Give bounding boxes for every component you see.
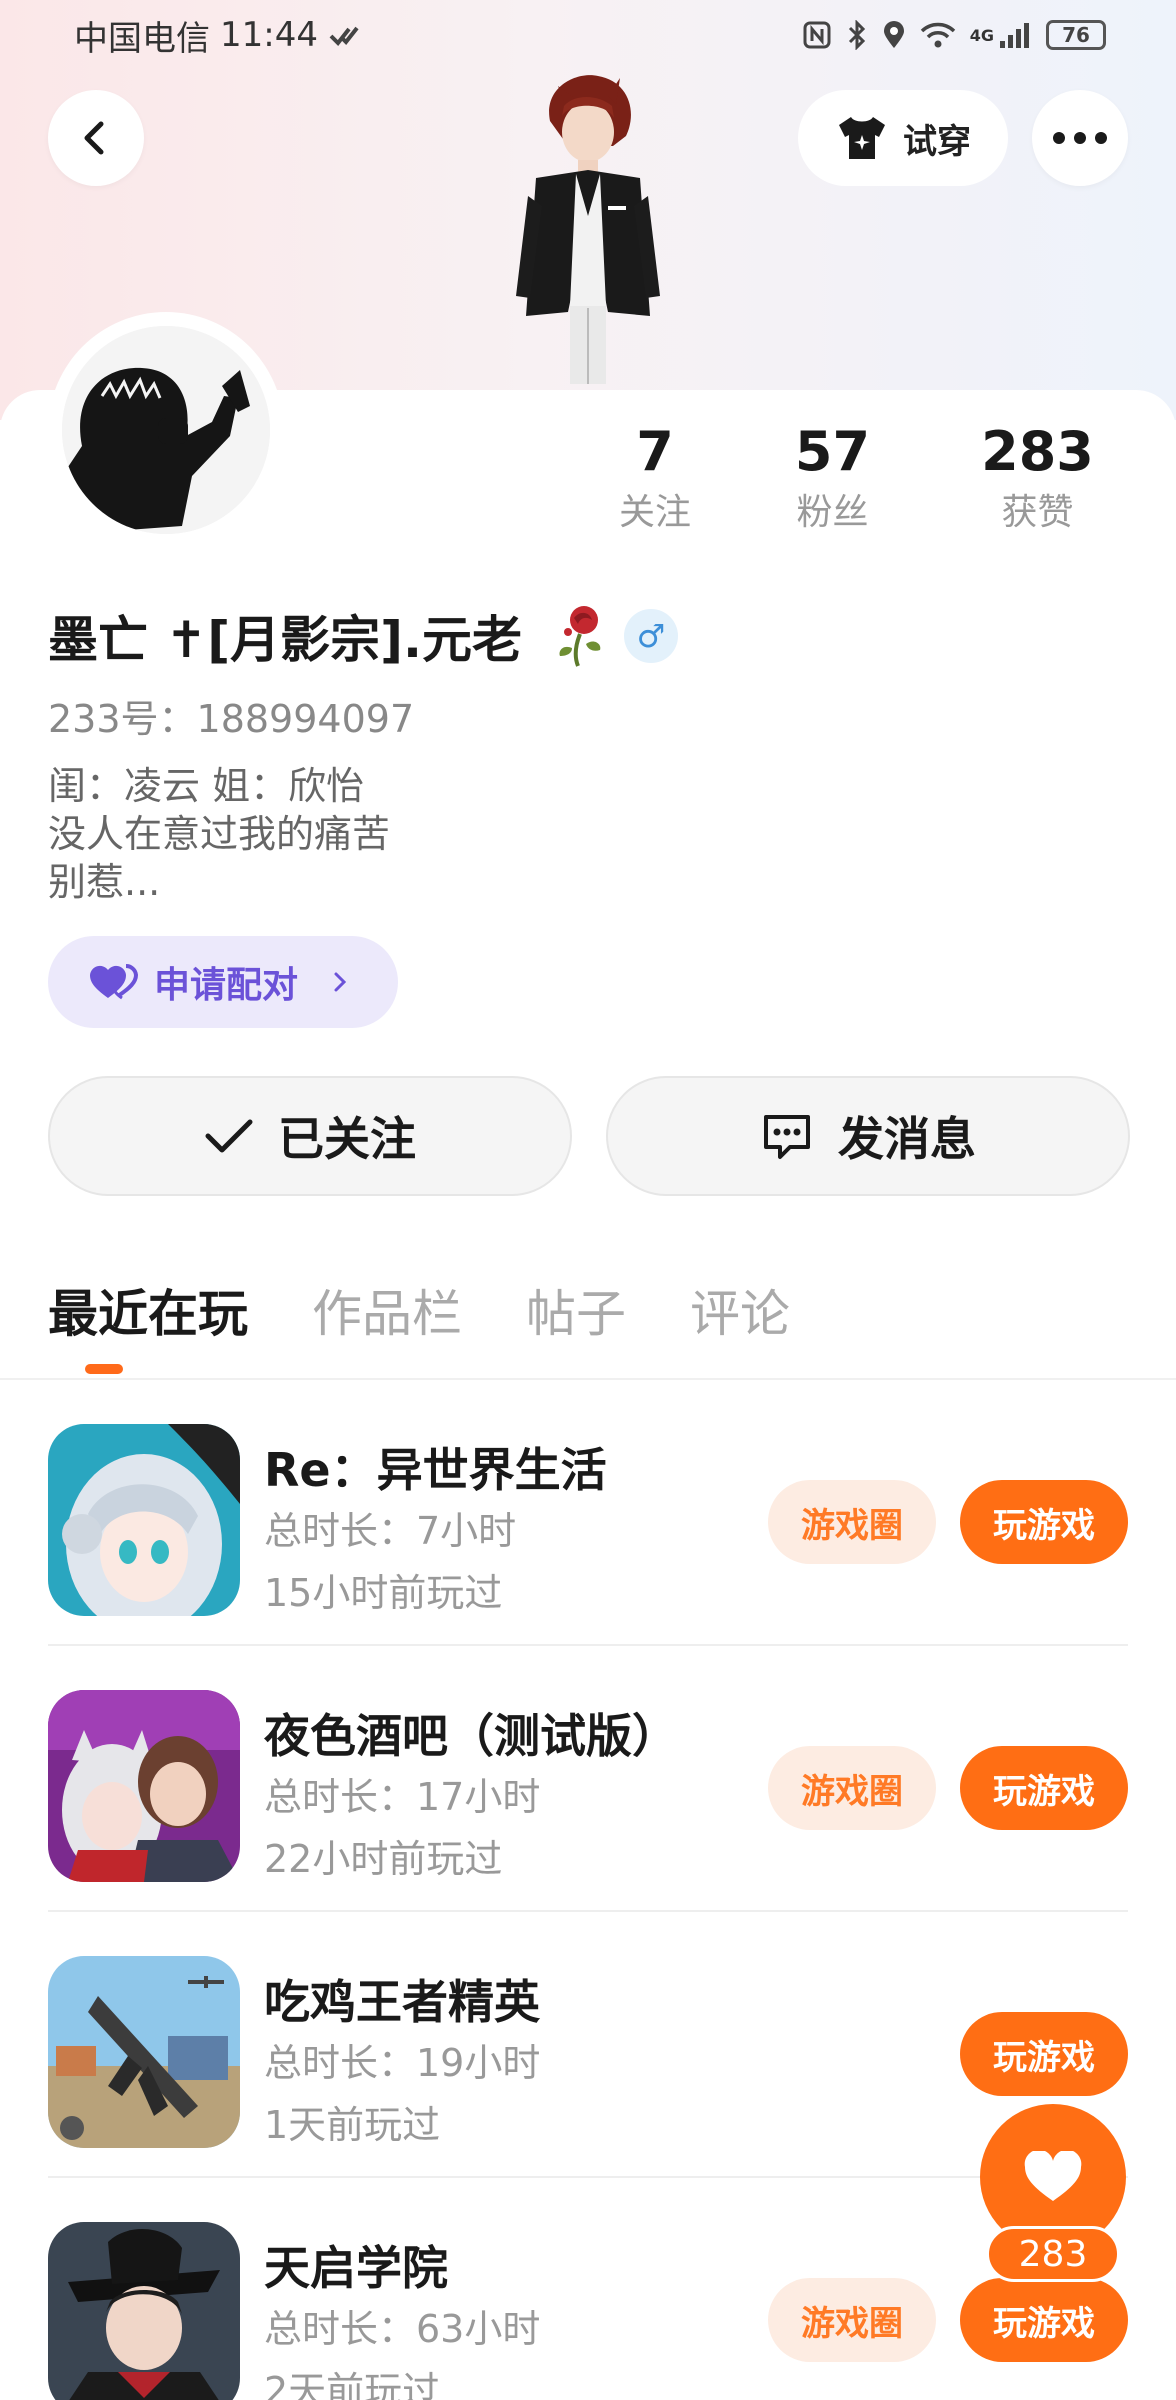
play-game-button[interactable]: 玩游戏 [960, 2278, 1128, 2362]
active-tab-indicator [85, 1364, 123, 1374]
game-last-played: 2天前玩过 [264, 2369, 441, 2400]
game-title: Re：异世界生活 [264, 1443, 607, 1497]
cell-signal-icon [1000, 23, 1029, 48]
game-icon-apocalypse-academy [48, 2222, 240, 2400]
chevron-right-icon [334, 972, 347, 992]
play-game-button[interactable]: 玩游戏 [960, 2012, 1128, 2096]
heart-icon [90, 963, 139, 1000]
game-last-played: 22小时前玩过 [264, 1837, 503, 1881]
game-title: 夜色酒吧（测试版） [264, 1709, 678, 1763]
likes-label: 获赞 [1001, 492, 1074, 533]
game-title: 天启学院 [264, 2241, 448, 2295]
play-game-button[interactable]: 玩游戏 [960, 1746, 1128, 1830]
game-icon-night-bar [48, 1690, 240, 1882]
game-circle-button[interactable]: 游戏圈 [768, 1480, 936, 1564]
heart-icon [1024, 2151, 1082, 2201]
network-type: 4G [969, 25, 994, 45]
user-bio: 闺：凌云 姐：欣怡 没人在意过我的痛苦 别惹... [48, 764, 391, 904]
avatar-3d-figure[interactable] [488, 66, 688, 396]
like-count-badge: 283 [986, 2226, 1120, 2282]
stat-following[interactable]: 7 关注 [580, 418, 730, 548]
rose-icon [559, 606, 601, 667]
profile-tabs: 最近在玩 作品栏 帖子 评论 [48, 1270, 790, 1350]
game-icon-chicken-elite [48, 1956, 240, 2148]
stat-fans[interactable]: 57 粉丝 [730, 418, 935, 548]
send-message-label: 发消息 [838, 1112, 976, 1166]
chat-bubble-icon [764, 1115, 810, 1159]
chevron-left-icon [84, 121, 104, 155]
gender-badge: ♂ [624, 609, 678, 663]
following-label: 关注 [618, 492, 691, 533]
tab-posts[interactable]: 帖子 [526, 1274, 626, 1346]
user-id: 233号：188994097 [48, 697, 415, 741]
battery-indicator: 76 [1046, 20, 1106, 50]
profile-page: 中国电信 11:44 4G 76 试穿 7 关注 57 粉丝 283 获赞 墨亡… [0, 0, 1176, 2400]
status-right: 4G 76 [802, 20, 1106, 50]
list-item[interactable]: Re：异世界生活 总时长：7小时 15小时前玩过 游戏圈 玩游戏 [0, 1380, 1176, 1646]
followed-button[interactable]: 已关注 [48, 1076, 572, 1196]
avatar-silhouette-image [62, 326, 270, 534]
name-row: 墨亡 ✝[月影宗].元老 ♂ [48, 596, 678, 676]
request-pair-label: 申请配对 [154, 965, 299, 1006]
tab-comments[interactable]: 评论 [690, 1274, 790, 1346]
followed-label: 已关注 [278, 1112, 416, 1166]
back-button[interactable] [48, 90, 144, 186]
try-on-button[interactable]: 试穿 [798, 90, 1008, 186]
fans-count: 57 [794, 420, 871, 483]
game-total-time: 总时长：7小时 [264, 1509, 517, 1553]
game-total-time: 总时长：19小时 [264, 2041, 541, 2085]
more-button[interactable] [1032, 90, 1128, 186]
request-pair-button[interactable]: 申请配对 [48, 936, 398, 1028]
status-bar: 中国电信 11:44 4G 76 [0, 0, 1176, 70]
user-name: 墨亡 ✝[月影宗].元老 [48, 611, 522, 669]
clock: 11:44 [220, 15, 318, 55]
game-total-time: 总时长：63小时 [264, 2307, 541, 2351]
nfc-icon [803, 21, 831, 49]
profile-stats: 7 关注 57 粉丝 283 获赞 [580, 418, 1140, 548]
game-circle-button[interactable]: 游戏圈 [768, 1746, 936, 1830]
game-total-time: 总时长：17小时 [264, 1775, 541, 1819]
shirt-icon [839, 117, 885, 159]
game-last-played: 1天前玩过 [264, 2103, 441, 2147]
fans-label: 粉丝 [796, 492, 869, 533]
carrier-label: 中国电信 [74, 18, 210, 59]
status-left: 中国电信 11:44 [74, 11, 360, 60]
tab-works[interactable]: 作品栏 [312, 1274, 462, 1346]
likes-count: 283 [981, 420, 1094, 483]
wifi-icon [920, 22, 955, 48]
try-on-label: 试穿 [903, 121, 971, 162]
location-icon [883, 21, 904, 48]
bluetooth-icon [848, 20, 865, 50]
game-title: 吃鸡王者精英 [264, 1975, 540, 2029]
stat-likes[interactable]: 283 获赞 [935, 418, 1140, 548]
list-item[interactable]: 夜色酒吧（测试版） 总时长：17小时 22小时前玩过 游戏圈 玩游戏 [0, 1646, 1176, 1912]
signal-check-icon [329, 26, 359, 47]
check-icon [205, 1119, 253, 1153]
game-last-played: 15小时前玩过 [264, 1571, 503, 1615]
send-message-button[interactable]: 发消息 [606, 1076, 1130, 1196]
play-game-button[interactable]: 玩游戏 [960, 1480, 1128, 1564]
game-circle-button[interactable]: 游戏圈 [768, 2278, 936, 2362]
game-icon-re-zero [48, 1424, 240, 1616]
tab-recently-played[interactable]: 最近在玩 [48, 1274, 248, 1346]
more-dots-icon [1053, 132, 1107, 144]
avatar[interactable] [62, 326, 270, 534]
battery-level: 76 [1062, 23, 1090, 47]
following-count: 7 [636, 420, 674, 483]
